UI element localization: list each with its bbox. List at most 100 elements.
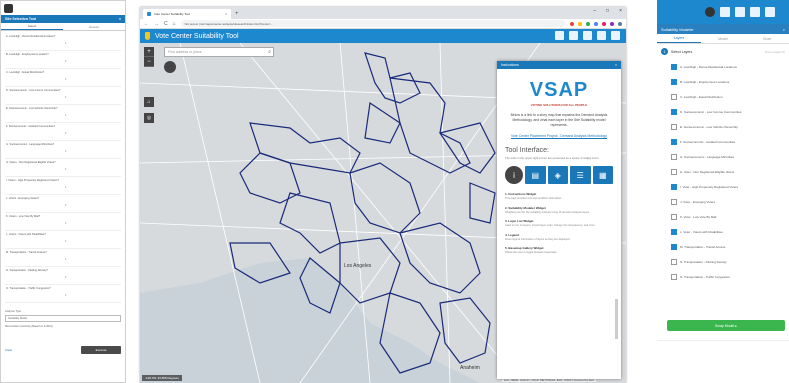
extension-icon[interactable] [610, 21, 614, 26]
layer-checkbox[interactable] [671, 93, 677, 100]
question-value[interactable]: 1 [65, 240, 66, 243]
locate-button[interactable]: ◎ [144, 113, 154, 123]
modeler-widget-icon[interactable] [720, 7, 730, 17]
extension-icon[interactable] [602, 21, 606, 26]
layer-label: A. Low/High - Dense Residential Location… [680, 64, 737, 69]
layer-item: N. Transportation - Parking Density [657, 254, 789, 269]
basemap-toggle-icon[interactable] [164, 61, 176, 73]
browser-tab[interactable]: Vote Center Suitability Tool × [143, 9, 231, 19]
tab-model[interactable]: Model [701, 34, 745, 43]
address-bar: ← → C ⌂ Not secure | lacrrrapps.lavote.n… [140, 19, 626, 29]
layer-checkbox[interactable] [671, 258, 677, 265]
methodology-link[interactable]: Vote Center Placement Project - Demand A… [509, 134, 609, 139]
execute-button[interactable]: Execute [81, 346, 121, 354]
tab-chart[interactable]: Chart [745, 34, 789, 43]
extension-icon[interactable] [586, 21, 590, 26]
close-icon[interactable]: × [615, 63, 617, 67]
close-window-button[interactable]: × [619, 8, 622, 14]
new-tab-button[interactable]: + [235, 11, 239, 17]
basemap-widget-icon[interactable] [611, 31, 620, 40]
layer-checkbox[interactable] [671, 123, 677, 130]
layer-checkbox[interactable] [671, 243, 677, 250]
minimize-button[interactable]: – [593, 8, 596, 14]
layer-checkbox[interactable] [671, 213, 677, 220]
question-row: F. Socioeconomic - Isolated Communities?… [5, 123, 121, 141]
question-label: K. Voters - Low Vote By Mail? [6, 215, 41, 218]
question-value[interactable]: 1 [65, 60, 66, 63]
swap-model-button[interactable]: Swap Model ▸ [667, 320, 785, 331]
app-header: Vote Center Suitability Tool [140, 29, 626, 43]
question-value[interactable]: 1 [65, 96, 66, 99]
close-icon[interactable]: × [119, 17, 121, 21]
extension-icon[interactable] [578, 21, 582, 26]
search-input[interactable]: Find address or place ⌕ [164, 47, 274, 57]
tab-results[interactable]: Results [63, 23, 125, 30]
zoom-in-button[interactable]: + [144, 47, 154, 57]
search-placeholder: Find address or place [168, 50, 202, 54]
question-label: O. Transportation - Traffic Congestion? [6, 287, 51, 290]
extension-icon[interactable] [618, 21, 622, 26]
question-value[interactable]: 1 [65, 186, 66, 189]
question-value[interactable]: 1 [65, 132, 66, 135]
home-button[interactable]: ⌂ [144, 97, 154, 107]
layer-checkbox[interactable] [671, 273, 677, 280]
extension-icon[interactable] [570, 21, 574, 26]
search-icon[interactable]: ⌕ [268, 49, 271, 55]
layer-checkbox[interactable] [671, 228, 677, 235]
widget-icon[interactable] [4, 3, 13, 13]
question-value[interactable]: 1 [65, 258, 66, 261]
zoom-out-button[interactable]: − [144, 57, 154, 67]
widget-title: 2. Suitability Modeler Widget [505, 205, 546, 210]
gallery-widget-icon[interactable] [765, 7, 775, 17]
suitability-widget-icon[interactable] [569, 31, 578, 40]
layer-checkbox[interactable] [671, 153, 677, 160]
place-label-los-angeles: Los Angeles [344, 263, 372, 269]
home-nav-icon[interactable]: ⌂ [173, 21, 176, 27]
instructions-widget-icon[interactable] [555, 31, 564, 40]
close-icon[interactable]: × [783, 27, 785, 32]
maximize-button[interactable]: □ [606, 8, 609, 14]
question-value[interactable]: 1 [65, 78, 66, 81]
question-value[interactable]: 1 [65, 168, 66, 171]
question-value[interactable]: 1 [65, 42, 66, 45]
widget-description: 3. Layer List Widget Used to turn on laye… [505, 219, 613, 228]
url-field[interactable]: Not secure | lacrrrapps.lavote.net/apps/… [180, 20, 565, 27]
forward-icon[interactable]: → [154, 21, 159, 27]
question-value[interactable]: 1 [65, 204, 66, 207]
question-label: E. Socioeconomic - Low Vehicle Ownership… [6, 107, 58, 110]
scroll-handle[interactable] [615, 299, 618, 339]
back-icon[interactable]: ← [144, 21, 149, 27]
layers-widget-icon[interactable] [735, 7, 745, 17]
layer-item: L. Voter - Voters with Disabilities [657, 224, 789, 239]
layer-label: G. Socioeconomic - Language Minorities [680, 154, 735, 159]
clear-link[interactable]: Clear [5, 348, 12, 352]
layer-checkbox[interactable] [671, 168, 677, 175]
layer-checkbox[interactable] [671, 183, 677, 190]
tab-select[interactable]: Select [1, 23, 63, 30]
reload-icon[interactable]: C [164, 21, 168, 27]
layer-checkbox[interactable] [671, 108, 677, 115]
question-row: N. Transportation - Parking Density? 1 [5, 267, 121, 285]
zoom-control: + − [144, 47, 154, 67]
legend-widget-icon[interactable] [597, 31, 606, 40]
tab-close-icon[interactable]: × [225, 12, 227, 16]
question-value[interactable]: 1 [65, 114, 66, 117]
extension-icon[interactable] [594, 21, 598, 26]
widget-descriptions: 1. Instructions Widget This page provides… [505, 192, 613, 255]
legend-widget-icon[interactable] [750, 7, 760, 17]
layer-checkbox[interactable] [671, 63, 677, 70]
layer-checkbox[interactable] [671, 138, 677, 145]
widget-description: 5. Basemap Gallery Widget Allows the user… [505, 246, 613, 255]
question-label: N. Transportation - Parking Density? [6, 269, 48, 272]
tab-layers[interactable]: Layers [657, 34, 701, 43]
info-widget-icon[interactable] [705, 7, 715, 17]
window-controls: – □ × [593, 8, 622, 14]
question-value[interactable]: 1 [65, 150, 66, 153]
question-value[interactable]: 1 [65, 294, 66, 297]
analysis-type-select[interactable]: Suitability Model [5, 315, 121, 322]
question-value[interactable]: 1 [65, 222, 66, 225]
layer-list-widget-icon[interactable] [583, 31, 592, 40]
question-value[interactable]: 1 [65, 276, 66, 279]
layer-checkbox[interactable] [671, 198, 677, 205]
layer-checkbox[interactable] [671, 78, 677, 85]
